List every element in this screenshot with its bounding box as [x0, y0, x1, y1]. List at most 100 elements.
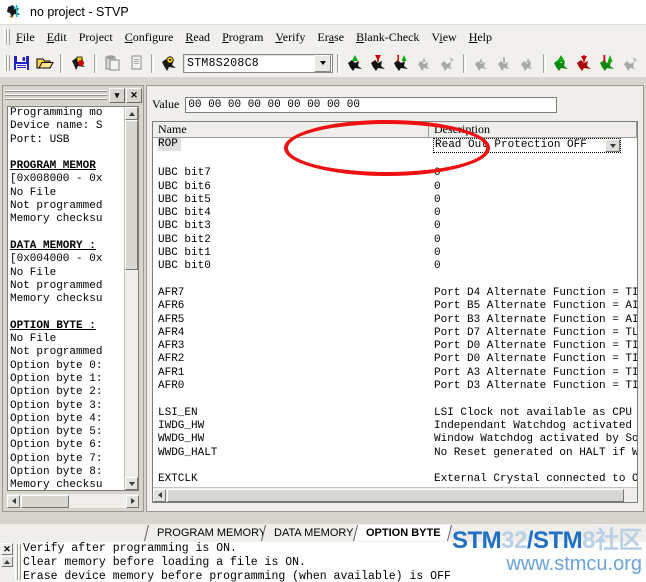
listview-hscroll-thumb[interactable] [167, 488, 624, 502]
program-all-icon[interactable] [367, 52, 390, 74]
option-description: Port D0 Alternate Function = TIM3_C [434, 353, 637, 366]
toolbar-separator [60, 53, 63, 73]
summary-vertical-scrollbar[interactable] [124, 107, 138, 490]
column-header-description[interactable]: Description [429, 122, 637, 138]
option-name: IWDG_HW [158, 419, 205, 432]
table-row[interactable]: UBC bit4 0 [153, 207, 637, 220]
save-icon[interactable] [10, 52, 33, 74]
memory-tabstrip: PROGRAM MEMORY DATA MEMORY OPTION BYTE [0, 524, 646, 543]
device-combo[interactable]: STM8S208C8 [183, 53, 333, 73]
table-row[interactable] [153, 154, 637, 167]
menu-program[interactable]: Program [216, 28, 269, 47]
chevron-down-icon[interactable] [314, 54, 331, 72]
summary-scroll-thumb[interactable] [125, 120, 138, 270]
table-row[interactable]: AFR0 Port D3 Alternate Function = TIM2_C [153, 380, 637, 393]
summary-scroll-down-button[interactable] [125, 477, 138, 490]
summary-horizontal-scrollbar[interactable] [7, 494, 139, 508]
program-tab-icon[interactable] [573, 52, 596, 74]
toolbar-grip[interactable] [2, 54, 10, 72]
table-row[interactable]: WWDG_HW Window Watchdog activated by Soft… [153, 433, 637, 446]
copy-icon[interactable] [101, 52, 124, 74]
log-gutter: ✕ [0, 542, 14, 582]
summary-line: Option byte 8: [10, 466, 103, 479]
paste-icon[interactable] [124, 52, 147, 74]
tab-program-memory[interactable]: PROGRAM MEMORY [144, 525, 278, 541]
column-header-name[interactable]: Name [153, 122, 429, 138]
menu-configure[interactable]: Configure [119, 28, 180, 47]
summary-line: No File [10, 333, 57, 346]
table-row[interactable]: WWDG_HALT No Reset generated on HALT if W… [153, 447, 637, 460]
open-folder-icon[interactable] [33, 52, 56, 74]
listview-horizontal-scrollbar[interactable] [153, 487, 637, 502]
summary-line: Port: USB [10, 133, 70, 146]
option-byte-pane: Value 00 00 00 00 00 00 00 00 00 Name De… [146, 85, 644, 512]
table-row[interactable]: UBC bit2 0 [153, 234, 637, 247]
summary-scroll-up-button[interactable] [125, 107, 138, 120]
menu-blank-check[interactable]: Blank-Check [350, 28, 425, 47]
project-icon[interactable] [67, 52, 90, 74]
summary-close-button[interactable]: ✕ [126, 88, 142, 103]
summary-line: Option byte 0: [10, 359, 103, 372]
table-row[interactable]: UBC bit7 0 [153, 167, 637, 180]
read-tab-icon[interactable] [550, 52, 573, 74]
verify-tab-icon[interactable] [596, 52, 619, 74]
summary-line: Not programmed [10, 200, 103, 213]
configure-icon[interactable] [158, 52, 181, 74]
menu-read[interactable]: Read [179, 28, 216, 47]
rop-dropdown[interactable]: Read Out Protection OFF [433, 138, 621, 153]
menu-file[interactable]: File [10, 28, 41, 47]
table-row[interactable]: AFR3 Port D0 Alternate Function = TIM3_C [153, 340, 637, 353]
stvp-app-icon [5, 3, 23, 21]
chevron-down-icon[interactable] [605, 139, 620, 152]
option-description: Port A3 Alternate Function = TIM2_C [434, 366, 637, 379]
menubar-grip[interactable] [2, 28, 10, 46]
menu-erase[interactable]: Erase [311, 28, 350, 47]
table-row[interactable]: IWDG_HW Independant Watchdog activated by… [153, 420, 637, 433]
table-row[interactable]: UBC bit1 0 [153, 247, 637, 260]
table-row[interactable] [153, 393, 637, 406]
table-row[interactable]: AFR5 Port B3 Alternate Function = AIN3 , [153, 314, 637, 327]
table-row[interactable]: UBC bit6 0 [153, 181, 637, 194]
table-row[interactable]: UBC bit3 0 [153, 220, 637, 233]
summary-scroll-right-button[interactable] [126, 494, 139, 508]
menu-project[interactable]: Project [73, 28, 119, 47]
listview-scroll-left-button[interactable] [153, 488, 166, 502]
log-splitter[interactable] [14, 542, 21, 582]
listview-body[interactable]: ROP Read Out Protection OFF UBC bit7 0 UBC … [153, 138, 637, 488]
table-row[interactable]: EXTCLK External Crystal connected to OSCI… [153, 473, 637, 486]
option-name: WWDG_HALT [158, 446, 218, 459]
menu-edit[interactable]: Edit [41, 28, 73, 47]
table-row[interactable]: LSI_EN LSI Clock not available as CPU clo… [153, 407, 637, 420]
main-toolbar: STM8S208C8 [0, 49, 646, 78]
menu-help[interactable]: Help [463, 28, 498, 47]
table-row[interactable] [153, 460, 637, 473]
read-all-icon[interactable] [344, 52, 367, 74]
log-line: Clear memory before loading a file is ON… [23, 556, 306, 569]
log-scroll-up-button[interactable] [1, 556, 13, 567]
menu-view[interactable]: View [425, 28, 462, 47]
verify-all-icon[interactable] [390, 52, 413, 74]
table-row[interactable]: AFR1 Port A3 Alternate Function = TIM2_C [153, 367, 637, 380]
value-input[interactable]: 00 00 00 00 00 00 00 00 00 [185, 96, 558, 113]
table-row[interactable]: UBC bit5 0 [153, 194, 637, 207]
menu-verify[interactable]: Verify [269, 28, 311, 47]
table-row[interactable]: AFR4 Port D7 Alternate Function = TLI [153, 327, 637, 340]
summary-text-area[interactable]: Programming mo Device name: S Port: USB PR… [7, 106, 139, 491]
table-row[interactable]: AFR6 Port B5 Alternate Function = AIN5 , [153, 300, 637, 313]
summary-line: Not programmed [10, 346, 103, 359]
summary-scroll-left-button[interactable] [7, 494, 20, 508]
log-close-button[interactable]: ✕ [1, 543, 13, 555]
summary-line: No File [10, 266, 57, 279]
table-row[interactable]: UBC bit0 0 [153, 260, 637, 273]
summary-minimize-button[interactable]: ▾ [109, 88, 125, 103]
tab-data-memory[interactable]: DATA MEMORY [261, 525, 365, 541]
option-description: 0 [434, 167, 441, 180]
table-row[interactable]: AFR7 Port D4 Alternate Function = TIM2_C [153, 287, 637, 300]
table-row[interactable] [153, 274, 637, 287]
table-row[interactable]: ROP Read Out Protection OFF [153, 138, 637, 154]
summary-hscroll-thumb[interactable] [21, 494, 69, 508]
option-name: UBC bit4 [158, 207, 211, 220]
tab-option-byte[interactable]: OPTION BYTE [353, 525, 452, 541]
table-row[interactable]: AFR2 Port D0 Alternate Function = TIM3_C [153, 353, 637, 366]
summary-line: PROGRAM MEMOR [10, 160, 96, 173]
